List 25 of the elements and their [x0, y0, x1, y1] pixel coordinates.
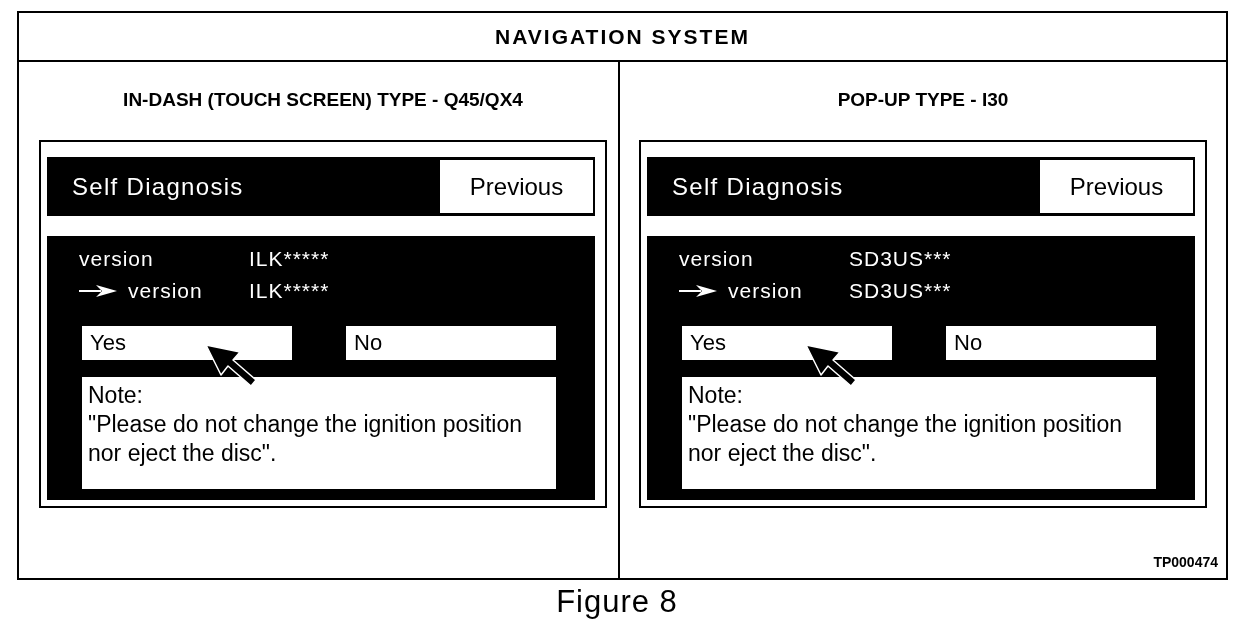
choice-button[interactable]: No	[946, 326, 1156, 360]
version-label: version	[679, 247, 754, 271]
note-label: Note:	[688, 381, 743, 410]
version-value: SD3US***	[849, 279, 952, 303]
figure-title: NAVIGATION SYSTEM	[495, 24, 750, 49]
screen-title: Self Diagnosis	[72, 172, 244, 201]
version-label: version	[128, 279, 203, 303]
choice-button[interactable]: Yes	[82, 326, 292, 360]
previous-button[interactable]: Previous	[440, 160, 593, 213]
version-label: version	[728, 279, 803, 303]
choice-button[interactable]: No	[346, 326, 556, 360]
note-text: "Please do not change the ignition position nor eject the disc".	[688, 410, 1122, 468]
figure-caption: Figure 8	[556, 584, 678, 620]
note-label: Note:	[88, 381, 143, 410]
version-value: SD3US***	[849, 247, 952, 271]
screen-title: Self Diagnosis	[672, 172, 844, 201]
note-text: "Please do not change the ignition position nor eject the disc".	[88, 410, 522, 468]
version-value: ILK*****	[249, 279, 330, 303]
version-value: ILK*****	[249, 247, 330, 271]
figure-code: TP000474	[1153, 554, 1218, 570]
version-label: version	[79, 247, 154, 271]
previous-button[interactable]: Previous	[1040, 160, 1193, 213]
choice-button[interactable]: Yes	[682, 326, 892, 360]
panel-heading: POP-UP TYPE - I30	[837, 89, 1009, 111]
panel-heading: IN-DASH (TOUCH SCREEN) TYPE - Q45/QX4	[123, 89, 523, 111]
